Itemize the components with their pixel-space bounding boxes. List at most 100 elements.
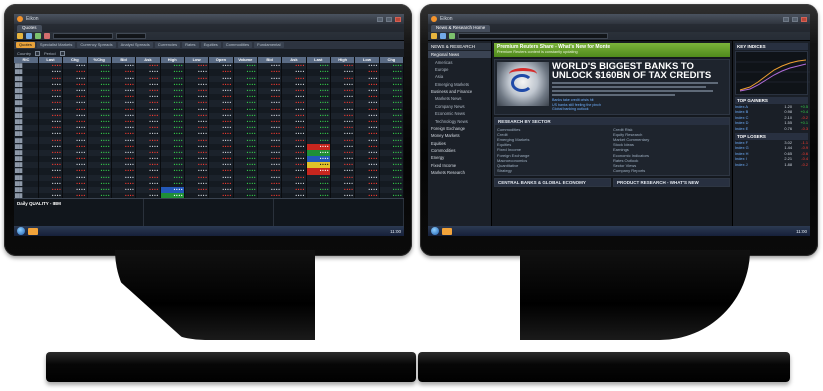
folder-icon[interactable] (17, 33, 23, 39)
sidebar-item[interactable]: Regional News (428, 51, 491, 59)
logo-letter (511, 74, 533, 92)
back-icon[interactable] (440, 33, 446, 39)
print-icon[interactable] (44, 33, 50, 39)
sidebar-item[interactable]: Fixed Income (428, 162, 491, 169)
minimize-button[interactable] (783, 16, 789, 22)
rank-chg: -0.3 (801, 125, 808, 131)
news-pane[interactable] (274, 199, 404, 226)
app-icon (17, 16, 23, 22)
premium-banner[interactable]: Premium Reuters Share - What's New for M… (494, 43, 730, 57)
start-button[interactable] (17, 227, 25, 235)
subtab[interactable]: Currency Spreads (77, 42, 116, 48)
central-banks-card: CENTRAL BANKS & GLOBAL ECONOMY (494, 178, 611, 188)
left-filterbar: Country Period (14, 49, 404, 57)
sidebar-item[interactable]: Markets News (428, 95, 491, 102)
indices-title: KEY INDICES (735, 43, 808, 50)
forward-icon[interactable] (449, 33, 455, 39)
maximize-button[interactable] (386, 16, 392, 22)
right-widgets: KEY INDICES TOP GAINERS Index A 1.20 +0.5 I… (732, 41, 810, 226)
sidebar-item[interactable]: Energy (428, 154, 491, 161)
close-button[interactable] (395, 16, 401, 22)
banner-subtitle: Premium Reuters content is constantly up… (497, 50, 578, 54)
right-toolbar (428, 32, 810, 41)
detail-pane[interactable] (144, 199, 274, 226)
chart-pane[interactable]: Daily QUALITY - IBM (14, 199, 144, 226)
start-button[interactable] (431, 227, 439, 235)
country-label: Country (17, 50, 32, 56)
rank-row[interactable]: Index J 1.88 -0.2 (735, 162, 808, 167)
sidebar-item[interactable]: Money Markets (428, 132, 491, 139)
subtab[interactable]: Equities (200, 42, 221, 48)
series-line-orange (739, 59, 807, 91)
top-story[interactable]: WORLD'S BIGGEST BANKS TO UNLOCK $160BN O… (495, 60, 729, 114)
story-body (552, 82, 727, 96)
subtab[interactable]: Commodities (222, 42, 253, 48)
window-title: Eikon (440, 16, 453, 22)
right-taskbar: 11:00 (428, 226, 810, 236)
indices-chart[interactable] (735, 51, 810, 95)
dual-monitor-scene: Eikon Quotes Quotes Specialist Markets Cur… (0, 0, 823, 391)
chart-grid (736, 61, 810, 83)
sidebar-item[interactable]: Business and Finance (428, 88, 491, 95)
gainers-title: TOP GAINERS (735, 97, 808, 104)
search-input[interactable] (116, 33, 146, 39)
subtab[interactable]: Currencies (154, 42, 181, 48)
clock: 11:00 (796, 228, 807, 234)
maximize-button[interactable] (792, 16, 798, 22)
sidebar-item[interactable]: Emerging Markets (428, 81, 491, 88)
sidebar-item[interactable]: Europe (428, 66, 491, 73)
list-item[interactable]: Strategy (497, 168, 611, 173)
citi-logo-image (497, 62, 549, 106)
news-main: Premium Reuters Share - What's New for M… (492, 41, 732, 226)
product-research-card: PRODUCT RESEARCH - WHAT'S NEW (613, 178, 730, 188)
list-item[interactable]: Company Reports (613, 168, 727, 173)
sidebar-item[interactable]: Markets Research (428, 169, 491, 176)
sidebar-item[interactable]: Technology News (428, 117, 491, 124)
minimize-button[interactable] (377, 16, 383, 22)
rank-row[interactable]: Index E 0.76 -0.3 (735, 126, 808, 131)
rank-val: 1.88 (784, 161, 792, 167)
country-checkbox[interactable] (35, 50, 41, 56)
story-links: Banks take credit crisis hit US banks st… (552, 98, 727, 112)
close-button[interactable] (801, 16, 807, 22)
rank-name: Index E (735, 125, 749, 131)
refresh-icon[interactable] (35, 33, 41, 39)
sidebar-heading: NEWS & RESEARCH (428, 43, 491, 50)
rank-val: 0.76 (784, 125, 792, 131)
pane-title: Daily QUALITY - IBM (17, 201, 61, 206)
subtab[interactable]: Analyst Spreads (117, 42, 153, 48)
search-input[interactable] (458, 33, 608, 39)
tab-quotes[interactable]: Quotes (17, 25, 42, 32)
indices-chart-svg (736, 59, 810, 92)
sector-list-left: Commodities Credit Emerging Markets Equitie… (497, 127, 611, 174)
left-subtabs: Quotes Specialist Markets Currency Spreads… (14, 41, 404, 49)
subtab[interactable]: Fundamental (254, 42, 284, 48)
ric-input[interactable] (53, 33, 113, 39)
subtab[interactable]: Quotes (16, 42, 35, 48)
bottom-cards: CENTRAL BANKS & GLOBAL ECONOMY PRODUCT R… (494, 178, 730, 188)
sidebar-item[interactable]: Foreign Exchange (428, 125, 491, 132)
left-taskbar: 11:00 (14, 226, 404, 236)
left-stand-neck (115, 250, 315, 340)
story-link[interactable]: Global banking outlook (552, 107, 727, 112)
period-label: Period (44, 50, 56, 56)
sidebar-item[interactable]: Economic News (428, 110, 491, 117)
save-icon[interactable] (26, 33, 32, 39)
losers-list: Index F 3.02 -1.1 Index G 1.44 -0.9 Index H 0.6… (735, 140, 808, 167)
app-icon (431, 16, 437, 22)
period-checkbox[interactable] (59, 50, 65, 56)
sidebar-item[interactable]: Commodities (428, 147, 491, 154)
taskbar-app-icon[interactable] (442, 227, 452, 235)
sidebar-item[interactable]: Equities (428, 140, 491, 147)
tab-news[interactable]: News & Research Home (431, 25, 491, 32)
left-bottom-panel: Daily QUALITY - IBM (14, 198, 404, 226)
taskbar-app-icon[interactable] (28, 227, 38, 235)
home-icon[interactable] (431, 33, 437, 39)
story-headline[interactable]: WORLD'S BIGGEST BANKS TO UNLOCK $160BN O… (552, 62, 727, 81)
sidebar-item[interactable]: Americas (428, 58, 491, 65)
story-text: WORLD'S BIGGEST BANKS TO UNLOCK $160BN O… (552, 62, 727, 112)
subtab[interactable]: Rates (182, 42, 199, 48)
subtab[interactable]: Specialist Markets (36, 42, 76, 48)
sidebar-item[interactable]: Company News (428, 103, 491, 110)
sidebar-item[interactable]: Asia (428, 73, 491, 80)
